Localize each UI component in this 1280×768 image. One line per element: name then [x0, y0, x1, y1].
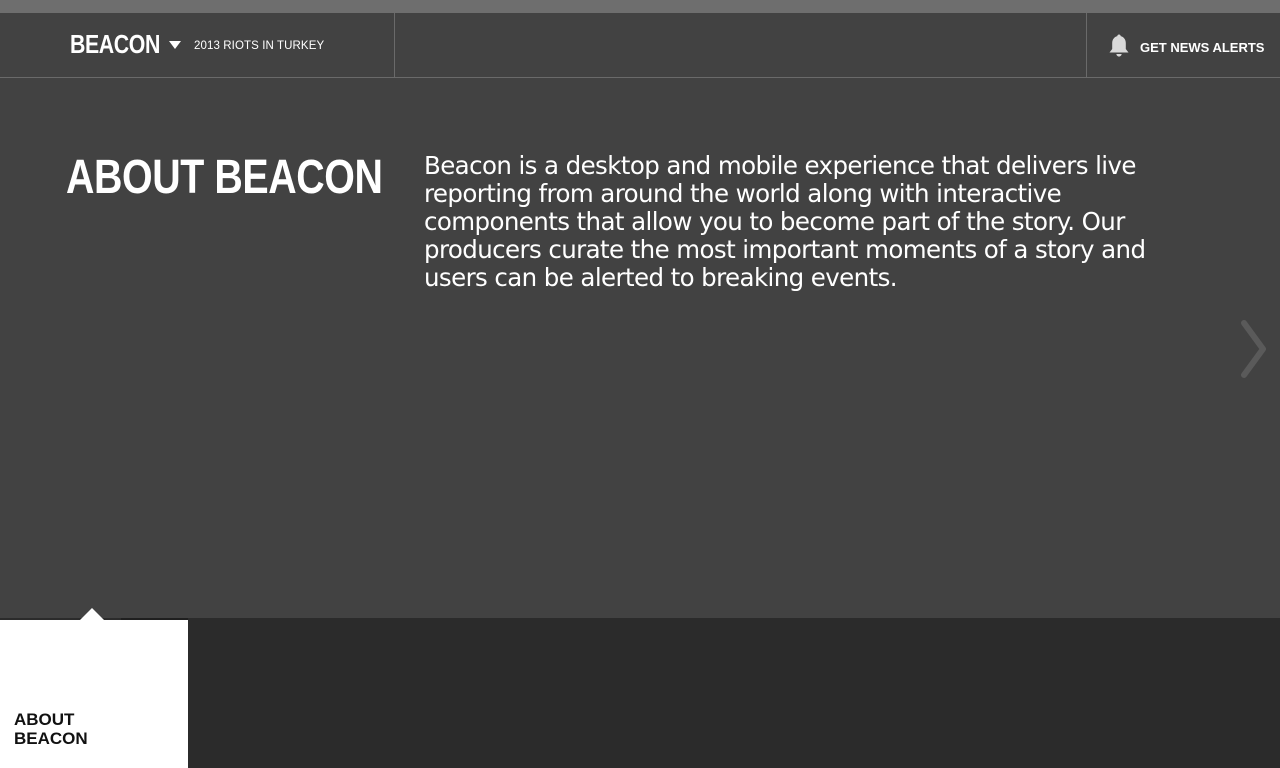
bell-icon — [1109, 34, 1129, 57]
brand-menu-button[interactable]: BEACON — [70, 29, 181, 59]
timeline-card-label-line1: ABOUT — [14, 710, 75, 729]
site-header: BEACON 2013 RIOTS IN TURKEY GET NEWS ALE… — [0, 13, 1280, 78]
news-alerts-label: GET NEWS ALERTS — [1140, 40, 1265, 55]
story-title-link[interactable]: 2013 RIOTS IN TURKEY — [194, 40, 324, 52]
timeline-card-label: ABOUT BEACON — [14, 710, 174, 748]
timeline-card-about-beacon[interactable]: ABOUT BEACON — [0, 620, 188, 768]
page-title: ABOUT BEACON — [66, 151, 383, 204]
brand-logo: BEACON — [70, 29, 160, 59]
chevron-right-icon[interactable] — [1236, 318, 1272, 380]
active-card-pointer — [80, 608, 104, 620]
timeline-bar — [0, 618, 1280, 768]
top-strip — [0, 0, 1280, 13]
brand-area: BEACON 2013 RIOTS IN TURKEY — [0, 13, 395, 77]
about-description: Beacon is a desktop and mobile experienc… — [424, 151, 1146, 292]
timeline-card-label-line2: BEACON — [14, 729, 88, 748]
caret-down-icon — [169, 41, 181, 49]
news-alerts-button[interactable]: GET NEWS ALERTS — [1086, 13, 1280, 77]
